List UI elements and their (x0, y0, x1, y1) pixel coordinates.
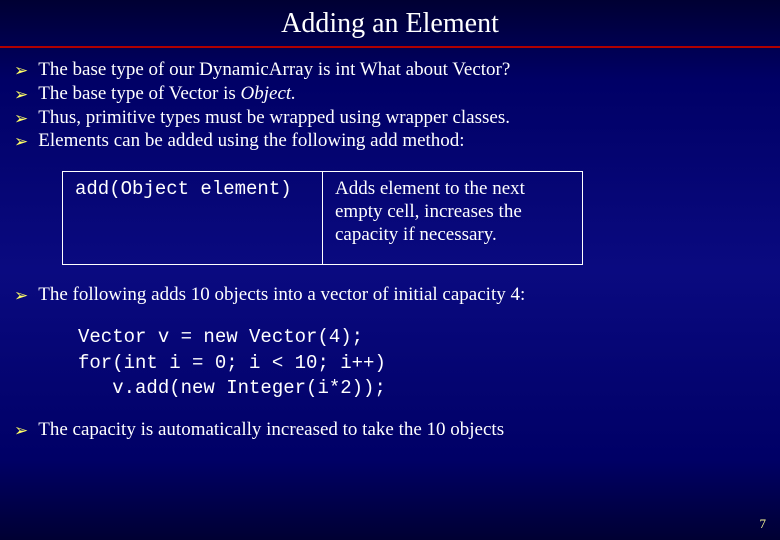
italic-object: Object. (241, 83, 296, 104)
list-item: ➢ The base type of our DynamicArray is i… (14, 58, 766, 82)
method-signature-cell: add(Object element) (63, 172, 323, 265)
bullet-icon: ➢ (14, 108, 28, 129)
bullet-icon: ➢ (14, 84, 28, 105)
bullet-text: The base type of our DynamicArray is int… (38, 58, 510, 82)
page-title: Adding an Element (0, 8, 780, 40)
bullet-icon: ➢ (14, 60, 28, 81)
code-block: Vector v = new Vector(4); for(int i = 0;… (78, 325, 766, 402)
bullet-list-bot: ➢ The capacity is automatically increase… (14, 418, 766, 442)
page-number: 7 (760, 516, 767, 532)
content-area: ➢ The base type of our DynamicArray is i… (0, 58, 780, 442)
bullet-text-part: The base type of Vector is (38, 83, 240, 104)
bullet-icon: ➢ (14, 420, 28, 441)
list-item: ➢ Thus, primitive types must be wrapped … (14, 106, 766, 130)
table-row: add(Object element) Adds element to the … (63, 172, 583, 265)
list-item: ➢ Elements can be added using the follow… (14, 129, 766, 153)
bullet-text: The base type of Vector is Object. (38, 82, 296, 106)
bullet-list-top: ➢ The base type of our DynamicArray is i… (14, 58, 766, 153)
title-underline (0, 46, 780, 48)
bullet-icon: ➢ (14, 285, 28, 306)
bullet-text: Thus, primitive types must be wrapped us… (38, 106, 510, 130)
list-item: ➢ The following adds 10 objects into a v… (14, 283, 766, 307)
bullet-list-mid: ➢ The following adds 10 objects into a v… (14, 283, 766, 307)
bullet-text: Elements can be added using the followin… (38, 129, 464, 153)
list-item: ➢ The base type of Vector is Object. (14, 82, 766, 106)
method-description-cell: Adds element to the next empty cell, inc… (323, 172, 583, 265)
list-item: ➢ The capacity is automatically increase… (14, 418, 766, 442)
bullet-text: The capacity is automatically increased … (38, 418, 504, 442)
title-area: Adding an Element (0, 0, 780, 44)
bullet-icon: ➢ (14, 131, 28, 152)
bullet-text: The following adds 10 objects into a vec… (38, 283, 525, 307)
method-table-wrap: add(Object element) Adds element to the … (62, 171, 766, 265)
method-table: add(Object element) Adds element to the … (62, 171, 583, 265)
